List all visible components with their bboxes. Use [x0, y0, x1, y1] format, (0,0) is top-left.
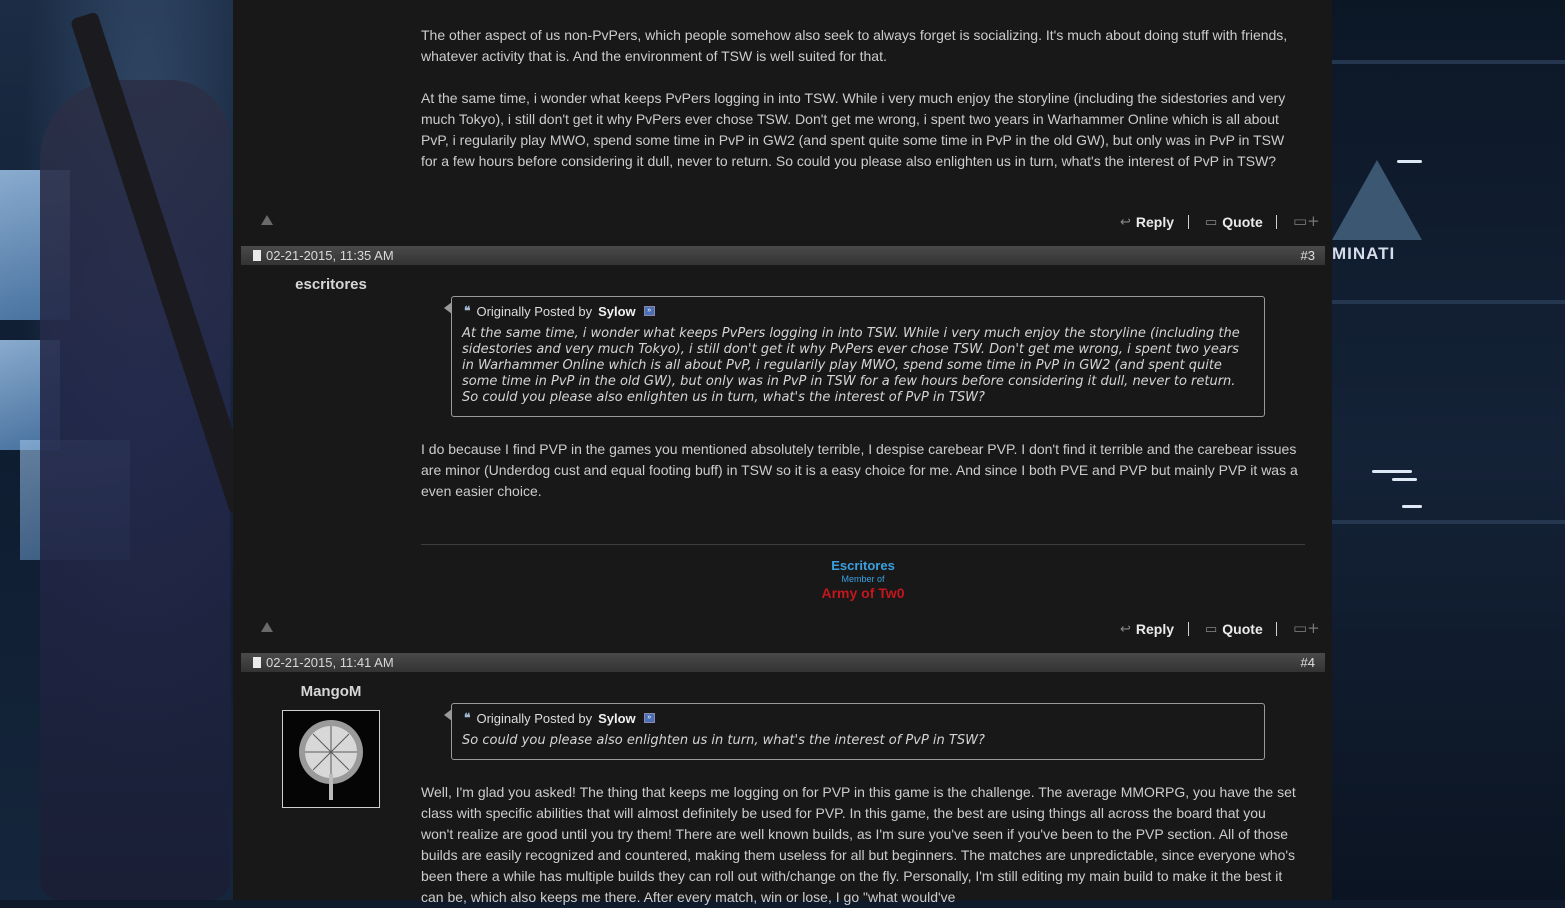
post-2-paragraph: At the same time, i wonder what keeps Pv… — [421, 90, 1286, 169]
quote-text: At the same time, i wonder what keeps Pv… — [462, 326, 1240, 405]
quote-marks-icon: ❝ — [464, 711, 471, 725]
post-2-paragraph: The other aspect of us non-PvPers, which… — [421, 27, 1288, 64]
post-date: 02-21-2015, 11:41 AM — [266, 655, 394, 670]
post-icon — [253, 657, 261, 668]
background-light — [1402, 505, 1422, 508]
post-3-signature: Escritores Member of Army of Tw0 — [421, 558, 1305, 602]
action-separator — [1188, 215, 1189, 229]
quote-prefix: Originally Posted by — [476, 710, 593, 726]
multiquote-icon[interactable]: ▭+ — [1293, 212, 1320, 230]
action-separator — [1276, 622, 1277, 636]
multiquote-icon[interactable]: ▭+ — [1293, 619, 1320, 637]
reply-label: Reply — [1135, 214, 1175, 230]
view-post-icon[interactable]: » — [643, 713, 655, 723]
post-number-link[interactable]: #3 — [1301, 246, 1315, 265]
post-2-body: The other aspect of us non-PvPers, which… — [421, 25, 1301, 193]
quote-prefix: Originally Posted by — [476, 303, 593, 319]
post-date: 02-21-2015, 11:35 AM — [266, 248, 394, 263]
background-beam — [1332, 300, 1565, 304]
signature-guild: Army of Tw0 — [821, 585, 905, 601]
quote-icon: ▭ — [1205, 621, 1218, 636]
background-beam — [1332, 520, 1565, 524]
reply-button[interactable]: ↩ Reply — [1120, 618, 1174, 640]
report-icon[interactable] — [261, 622, 273, 632]
post-2-actions: ↩ Reply ▭ Quote ▭+ — [233, 211, 1332, 233]
avatar-image — [299, 720, 363, 800]
quote-icon: ▭ — [1205, 214, 1218, 229]
quote-label: Quote — [1222, 214, 1263, 230]
quote-button[interactable]: ▭ Quote — [1205, 211, 1263, 233]
illuminati-emblem — [1332, 160, 1422, 240]
signature-name: Escritores — [831, 558, 895, 573]
quote-button[interactable]: ▭ Quote — [1205, 618, 1263, 640]
quote-marks-icon: ❝ — [464, 304, 471, 318]
reply-button[interactable]: ↩ Reply — [1120, 211, 1174, 233]
post-4-quote: ❝ Originally Posted by Sylow » So could … — [444, 703, 1265, 760]
avatar[interactable] — [282, 710, 380, 808]
reply-icon: ↩ — [1120, 621, 1131, 636]
post-4-body: Well, I'm glad you asked! The thing that… — [421, 784, 1296, 905]
background-light — [1397, 160, 1422, 163]
emblem-text: MINATI — [1332, 244, 1396, 263]
report-icon[interactable] — [261, 215, 273, 225]
quote-header: ❝ Originally Posted by Sylow » — [452, 297, 1264, 320]
post-number-link[interactable]: #4 — [1301, 653, 1315, 672]
signature-member-of: Member of — [841, 574, 885, 584]
quote-label: Quote — [1222, 621, 1263, 637]
background-beam — [1332, 60, 1565, 64]
view-post-icon[interactable]: » — [643, 306, 655, 316]
signature-divider — [421, 544, 1305, 545]
action-separator — [1276, 215, 1277, 229]
background-art-left — [0, 0, 240, 900]
post-3-header: 02-21-2015, 11:35 AM #3 — [241, 246, 1325, 265]
post-icon — [253, 250, 261, 261]
reply-icon: ↩ — [1120, 214, 1131, 229]
post-4-header: 02-21-2015, 11:41 AM #4 — [241, 653, 1325, 672]
background-art-right: MINATI — [1332, 0, 1565, 900]
background-light — [1392, 478, 1417, 481]
action-separator — [1188, 622, 1189, 636]
forum-thread: The other aspect of us non-PvPers, which… — [233, 0, 1332, 905]
post-3-actions: ↩ Reply ▭ Quote ▭+ — [233, 618, 1332, 640]
post-3-body: I do because I find PVP in the games you… — [421, 441, 1298, 499]
quote-header: ❝ Originally Posted by Sylow » — [452, 704, 1264, 727]
username-link[interactable]: MangoM — [233, 683, 429, 700]
post-3-quote: ❝ Originally Posted by Sylow » At the sa… — [444, 296, 1265, 417]
quote-author: Sylow — [598, 710, 636, 726]
quote-author: Sylow — [598, 303, 636, 319]
reply-label: Reply — [1135, 621, 1175, 637]
background-light — [1372, 470, 1412, 473]
quote-text: So could you please also enlighten us in… — [462, 733, 985, 748]
username-link[interactable]: escritores — [233, 276, 429, 293]
